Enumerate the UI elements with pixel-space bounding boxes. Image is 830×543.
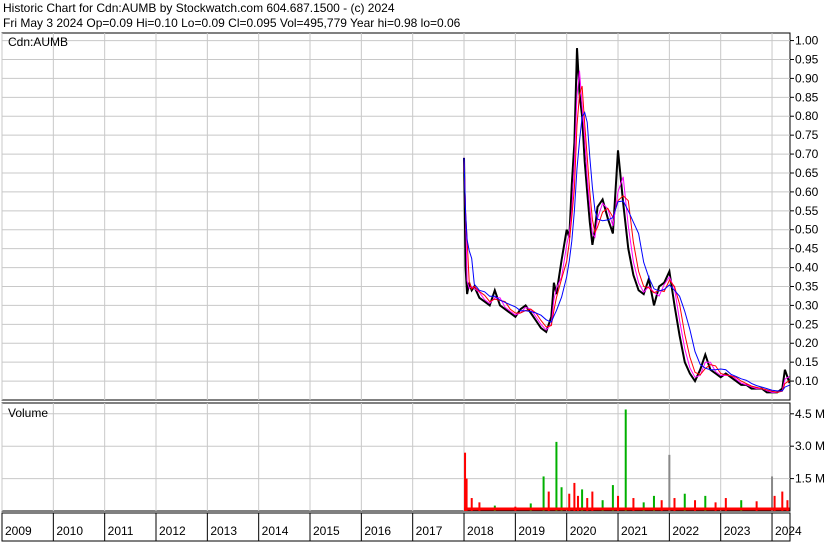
price-tick-label: 0.75 (795, 128, 819, 142)
year-tick-label: 2010 (56, 524, 83, 538)
volume-tick-label: 4.5 M (795, 407, 825, 421)
price-tick-label: 0.35 (795, 279, 819, 293)
price-tick-label: 0.90 (795, 71, 819, 85)
price-tick-label: 0.25 (795, 317, 819, 331)
price-y-axis: 1.00 0.95 0.90 0.85 0.80 0.75 0.70 0.65 0.60 0.55… (790, 34, 819, 388)
volume-bar (542, 476, 545, 511)
chart-canvas: 1.00 0.95 0.90 0.85 0.80 0.75 0.70 0.65 0.60 0.55… (1, 32, 825, 542)
price-line (463, 48, 791, 394)
price-tick-label: 0.45 (795, 242, 819, 256)
year-tick-label: 2015 (313, 524, 340, 538)
year-tick-label: 2022 (672, 524, 699, 538)
year-tick-label: 2019 (518, 524, 545, 538)
year-tick-label: 2014 (262, 524, 289, 538)
grid-lines (1, 33, 790, 511)
price-tick-label: 0.80 (795, 109, 819, 123)
price-tick-label: 0.55 (795, 204, 819, 218)
price-panel-label: Cdn:AUMB (8, 35, 69, 49)
price-tick-label: 0.15 (795, 355, 819, 369)
volume-bar (624, 409, 627, 511)
price-tick-label: 0.30 (795, 298, 819, 312)
volume-tick-label: 1.5 M (795, 472, 825, 486)
price-tick-label: 0.50 (795, 223, 819, 237)
price-series (463, 48, 791, 394)
volume-tick-label: 3.0 M (795, 439, 825, 453)
year-tick-label: 2018 (467, 524, 494, 538)
volume-panel-label: Volume (8, 406, 49, 420)
volume-bar (573, 482, 576, 511)
price-tick-label: 1.00 (795, 34, 819, 48)
price-tick-label: 0.95 (795, 52, 819, 66)
volume-bar (465, 478, 468, 511)
price-tick-label: 0.70 (795, 147, 819, 161)
year-tick-label: 2024 (775, 524, 802, 538)
year-tick-label: 2021 (621, 524, 648, 538)
year-tick-label: 2011 (108, 524, 134, 538)
price-tick-label: 0.60 (795, 185, 819, 199)
price-tick-label: 0.10 (795, 374, 819, 388)
volume-bar (771, 476, 774, 511)
year-tick-label: 2009 (5, 524, 32, 538)
volume-bar (555, 441, 558, 511)
year-tick-label: 2013 (210, 524, 237, 538)
price-tick-label: 0.20 (795, 336, 819, 350)
price-panel-frame (1, 32, 791, 401)
price-tick-label: 0.40 (795, 261, 819, 275)
volume-bars (464, 409, 790, 511)
volume-panel-frame (1, 402, 791, 512)
year-tick-label: 2020 (570, 524, 597, 538)
year-tick-label: 2016 (364, 524, 391, 538)
price-tick-label: 0.65 (795, 166, 819, 180)
volume-y-axis: 4.5 M 3.0 M 1.5 M (790, 407, 825, 486)
volume-bar (560, 487, 563, 511)
price-tick-label: 0.85 (795, 90, 819, 104)
year-axis: 2009 2010 2011 2012 2013 2014 2015 2016 2017 2018… (1, 513, 802, 541)
year-tick-label: 2023 (724, 524, 751, 538)
volume-bar (668, 454, 671, 511)
year-tick-label: 2017 (416, 524, 443, 538)
year-tick-label: 2012 (159, 524, 186, 538)
volume-bar (611, 485, 614, 511)
